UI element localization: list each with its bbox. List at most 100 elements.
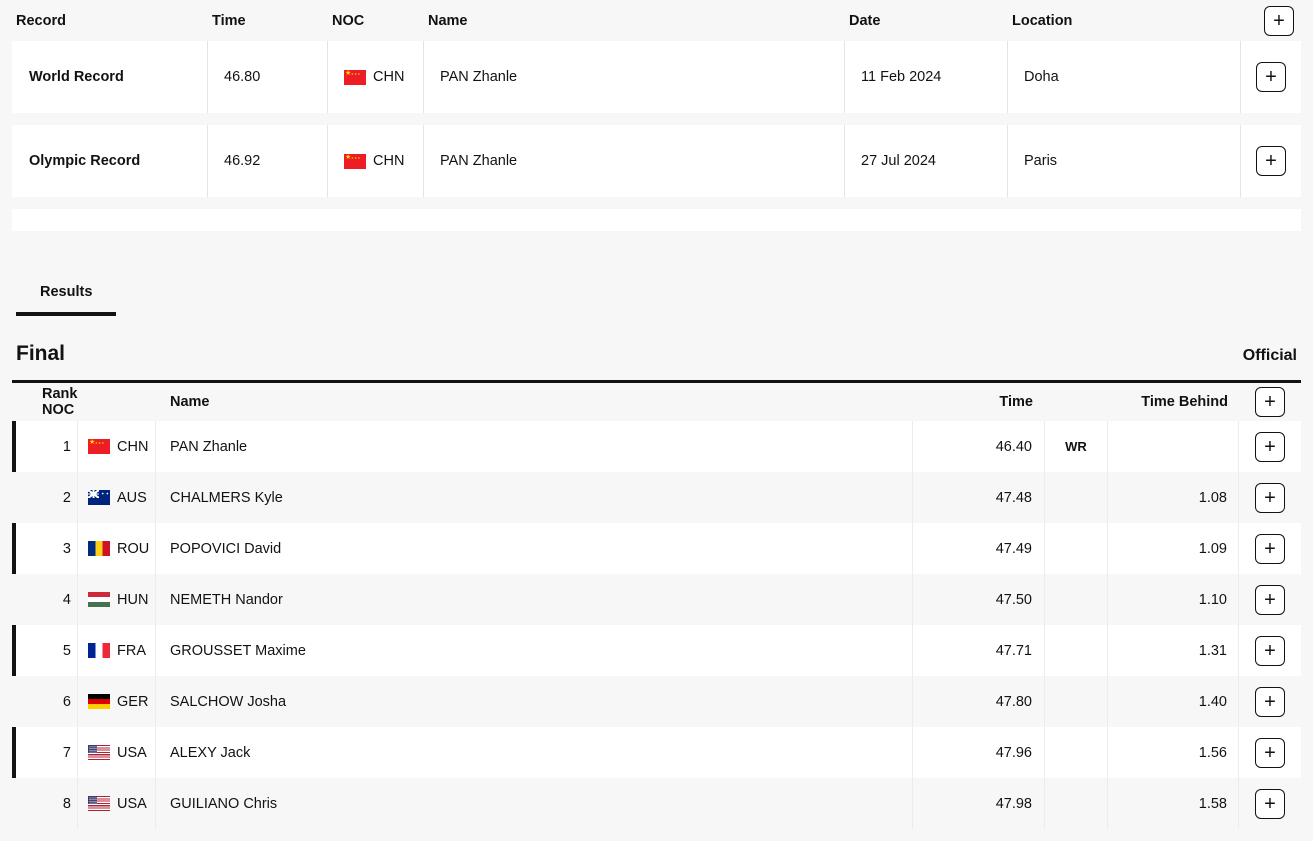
result-rank: 8 <box>16 778 78 829</box>
add-icon-button-world-record[interactable]: + <box>1256 62 1286 92</box>
result-noc-cell: USA <box>78 727 156 778</box>
column-header-rank-noc: Rank NOC <box>42 386 78 418</box>
status-badge: Official <box>1242 347 1297 364</box>
record-label: Olympic Record <box>12 125 208 197</box>
result-time: 47.98 <box>913 778 1045 829</box>
table-row[interactable]: 5 FRA GROUSSET Maxime 47.71 1.31 + <box>12 625 1301 676</box>
result-time: 47.80 <box>913 676 1045 727</box>
add-icon-button-row-5[interactable]: + <box>1255 635 1285 666</box>
record-row-world[interactable]: World Record 46.80 CHN PAN Zhanle 11 Feb… <box>12 41 1301 113</box>
column-header-date: Date <box>849 12 881 29</box>
table-row[interactable]: 2 AUS CHALMERS Kyle 47.48 1.08 + <box>12 472 1301 523</box>
flag-usa-icon <box>88 745 110 760</box>
record-label: World Record <box>12 41 208 113</box>
record-add-cell: + <box>1241 125 1301 197</box>
result-time-behind: 1.40 <box>1108 676 1239 727</box>
table-row[interactable]: 3 ROU POPOVICI David 47.49 1.09 + <box>12 523 1301 574</box>
result-record-mark <box>1045 778 1108 829</box>
result-athlete-name: CHALMERS Kyle <box>156 472 913 523</box>
records-section: Record Time NOC Name Date Location + Wor… <box>0 0 1313 231</box>
result-time-behind: 1.08 <box>1108 472 1239 523</box>
result-add-cell: + <box>1239 727 1301 778</box>
result-rank: 7 <box>16 727 78 778</box>
column-header-location: Location <box>1012 12 1073 29</box>
result-noc-code: FRA <box>117 642 146 659</box>
result-noc-code: CHN <box>117 438 149 455</box>
result-rank: 4 <box>16 574 78 625</box>
record-noc-cell: CHN <box>328 125 424 197</box>
add-icon-button-olympic-record[interactable]: + <box>1256 146 1286 176</box>
result-add-cell: + <box>1239 778 1301 829</box>
record-date: 27 Jul 2024 <box>845 125 1008 197</box>
results-header-add-cell: + <box>1239 387 1301 417</box>
result-time: 47.49 <box>913 523 1045 574</box>
final-heading-bar: Final Official <box>0 316 1313 380</box>
flag-fra-icon <box>88 643 110 658</box>
result-athlete-name: PAN Zhanle <box>156 421 913 472</box>
result-time-behind: 1.58 <box>1108 778 1239 829</box>
result-record-mark <box>1045 625 1108 676</box>
add-icon-button-row-3[interactable]: + <box>1255 533 1285 564</box>
tab-results[interactable]: Results <box>16 284 117 316</box>
add-icon-button-row-2[interactable]: + <box>1255 482 1285 513</box>
column-header-record: Record <box>16 12 66 29</box>
column-header-name: Name <box>170 394 210 410</box>
record-noc-cell: CHN <box>328 41 424 113</box>
column-header-name: Name <box>428 12 468 29</box>
result-time-behind: 1.56 <box>1108 727 1239 778</box>
record-date: 11 Feb 2024 <box>845 41 1008 113</box>
flag-aus-icon <box>88 490 110 505</box>
result-record-mark <box>1045 676 1108 727</box>
result-rank: 1 <box>16 421 78 472</box>
table-row[interactable]: 8 USA GUILIANO Chris 47.98 1.58 + <box>12 778 1301 829</box>
result-add-cell: + <box>1239 472 1301 523</box>
record-row-olympic[interactable]: Olympic Record 46.92 CHN PAN Zhanle 27 J… <box>12 125 1301 197</box>
column-header-noc: NOC <box>332 12 365 29</box>
result-time-behind <box>1108 421 1239 472</box>
column-header-time: Time <box>212 12 246 29</box>
add-icon-button-row-8[interactable]: + <box>1255 788 1285 819</box>
records-header-add-cell: + <box>1229 5 1313 36</box>
result-add-cell: + <box>1239 574 1301 625</box>
record-noc-code: CHN <box>373 69 405 85</box>
result-record-mark <box>1045 472 1108 523</box>
table-row[interactable]: 4 HUN NEMETH Nandor 47.50 1.10 + <box>12 574 1301 625</box>
result-athlete-name: GROUSSET Maxime <box>156 625 913 676</box>
table-row[interactable]: 7 USA ALEXY Jack 47.96 1.56 + <box>12 727 1301 778</box>
add-icon-button-results-header[interactable]: + <box>1255 387 1285 417</box>
record-location: Paris <box>1008 125 1241 197</box>
result-noc-code: USA <box>117 795 147 812</box>
result-time: 46.40 <box>913 421 1045 472</box>
result-rank: 6 <box>16 676 78 727</box>
add-icon-button-records-header[interactable]: + <box>1264 5 1294 36</box>
table-row[interactable]: 1 CHN PAN Zhanle 46.40 WR + <box>12 421 1301 472</box>
flag-hun-icon <box>88 592 110 607</box>
results-table: Rank NOC Name Time Time Behind + 1 CHN P… <box>12 380 1301 829</box>
add-icon-button-row-4[interactable]: + <box>1255 584 1285 615</box>
add-icon-button-row-7[interactable]: + <box>1255 737 1285 768</box>
result-time: 47.48 <box>913 472 1045 523</box>
flag-usa-icon <box>88 796 110 811</box>
record-athlete-name: PAN Zhanle <box>424 125 845 197</box>
result-time: 47.96 <box>913 727 1045 778</box>
add-icon-button-row-6[interactable]: + <box>1255 686 1285 717</box>
result-record-mark <box>1045 523 1108 574</box>
result-noc-code: AUS <box>117 489 147 506</box>
records-table-header: Record Time NOC Name Date Location + <box>0 0 1313 41</box>
result-time-behind: 1.10 <box>1108 574 1239 625</box>
flag-chn-icon <box>344 153 366 169</box>
result-noc-code: ROU <box>117 540 150 557</box>
add-icon-button-row-1[interactable]: + <box>1255 431 1285 462</box>
result-noc-cell: AUS <box>78 472 156 523</box>
records-empty-row <box>12 209 1301 231</box>
result-add-cell: + <box>1239 523 1301 574</box>
result-record-mark <box>1045 574 1108 625</box>
result-noc-code: HUN <box>117 591 149 608</box>
record-location: Doha <box>1008 41 1241 113</box>
result-athlete-name: NEMETH Nandor <box>156 574 913 625</box>
flag-ger-icon <box>88 694 110 709</box>
column-header-time-behind: Time Behind <box>1141 394 1228 410</box>
result-record-mark: WR <box>1045 421 1108 472</box>
table-row[interactable]: 6 GER SALCHOW Josha 47.80 1.40 + <box>12 676 1301 727</box>
result-record-mark <box>1045 727 1108 778</box>
